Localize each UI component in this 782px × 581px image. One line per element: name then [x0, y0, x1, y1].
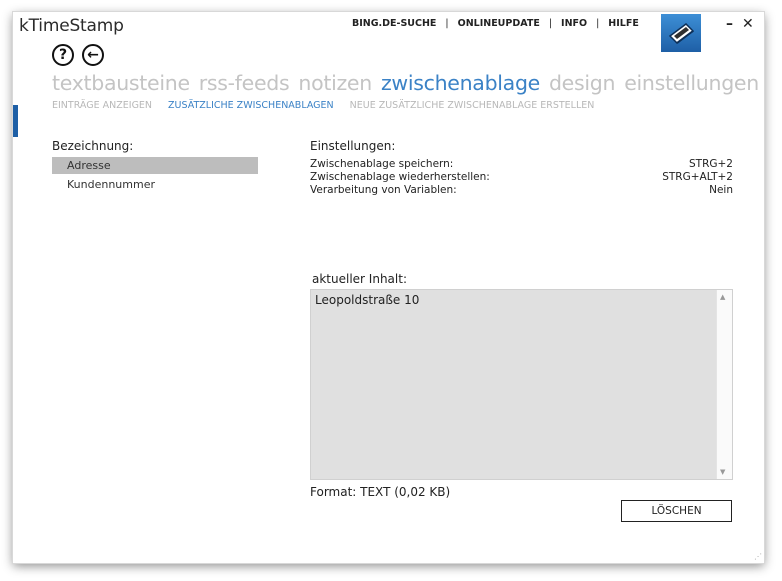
tab-notizen[interactable]: notizen: [298, 71, 372, 95]
setting-label: Zwischenablage wiederherstellen:: [310, 171, 490, 183]
format-info: Format: TEXT (0,02 KB): [310, 485, 451, 499]
content-text: Leopoldstraße 10: [315, 293, 420, 307]
stamp-icon: [668, 23, 695, 44]
current-content-heading: aktueller Inhalt:: [312, 272, 407, 286]
bezeichnung-heading: Bezeichnung:: [52, 139, 134, 153]
settings-heading: Einstellungen:: [310, 139, 396, 153]
list-item-kundennummer[interactable]: Kundennummer: [52, 176, 258, 193]
setting-label: Zwischenablage speichern:: [310, 158, 454, 170]
delete-button[interactable]: LÖSCHEN: [621, 500, 732, 522]
sub-tabs: EINTRÄGE ANZEIGEN ZUSÄTZLICHE ZWISCHENABL…: [52, 100, 610, 111]
content-textarea[interactable]: Leopoldstraße 10 ▲ ▼: [310, 289, 733, 480]
setting-row-save: Zwischenablage speichern: STRG+2: [310, 158, 733, 170]
top-navigation: BING.DE-SUCHE | ONLINEUPDATE | INFO | HILFE: [352, 18, 639, 29]
subtab-neue-zwischenablage-erstellen[interactable]: NEUE ZUSÄTZLICHE ZWISCHENABLAGE ERSTELLE…: [350, 100, 595, 111]
setting-row-restore: Zwischenablage wiederherstellen: STRG+AL…: [310, 171, 733, 183]
topnav-separator: |: [445, 18, 449, 29]
app-title: kTimeStamp: [19, 16, 124, 36]
scroll-up-icon[interactable]: ▲: [720, 293, 725, 301]
tab-einstellungen[interactable]: einstellungen: [624, 71, 759, 95]
topnav-bing-search[interactable]: BING.DE-SUCHE: [352, 18, 436, 29]
setting-value: STRG+2: [689, 158, 733, 170]
setting-value: Nein: [709, 184, 733, 196]
close-button[interactable]: ✕: [742, 16, 754, 32]
setting-label: Verarbeitung von Variablen:: [310, 184, 457, 196]
app-logo-icon: [661, 14, 701, 52]
subtab-zusaetzliche-zwischenablagen[interactable]: ZUSÄTZLICHE ZWISCHENABLAGEN: [168, 100, 334, 111]
topnav-onlineupdate[interactable]: ONLINEUPDATE: [458, 18, 540, 29]
resize-grip-icon[interactable]: ⋰: [754, 552, 762, 561]
tab-design[interactable]: design: [549, 71, 616, 95]
content-scrollbar[interactable]: ▲ ▼: [716, 290, 732, 479]
setting-value: STRG+ALT+2: [662, 171, 733, 183]
tab-rss-feeds[interactable]: rss-feeds: [199, 71, 290, 95]
help-icon[interactable]: ?: [52, 44, 74, 66]
topnav-separator: |: [548, 18, 553, 29]
subtab-eintraege-anzeigen[interactable]: EINTRÄGE ANZEIGEN: [52, 100, 152, 111]
topnav-separator: |: [596, 18, 600, 29]
tab-textbausteine[interactable]: textbausteine: [52, 71, 190, 95]
back-arrow-icon[interactable]: ←: [82, 44, 104, 66]
accent-bar: [13, 105, 18, 137]
app-window: kTimeStamp BING.DE-SUCHE | ONLINEUPDATE | IN…: [13, 12, 764, 563]
scroll-down-icon[interactable]: ▼: [720, 468, 725, 476]
setting-row-variables: Verarbeitung von Variablen: Nein: [310, 184, 733, 196]
minimize-button[interactable]: –: [726, 16, 733, 32]
topnav-info[interactable]: INFO: [561, 18, 587, 29]
main-tabs: textbausteine rss-feeds notizen zwischenabl…: [52, 71, 764, 95]
tab-zwischenablage[interactable]: zwischenablage: [381, 71, 540, 95]
topnav-help[interactable]: HILFE: [608, 18, 639, 29]
list-item-adresse[interactable]: Adresse: [52, 157, 258, 174]
